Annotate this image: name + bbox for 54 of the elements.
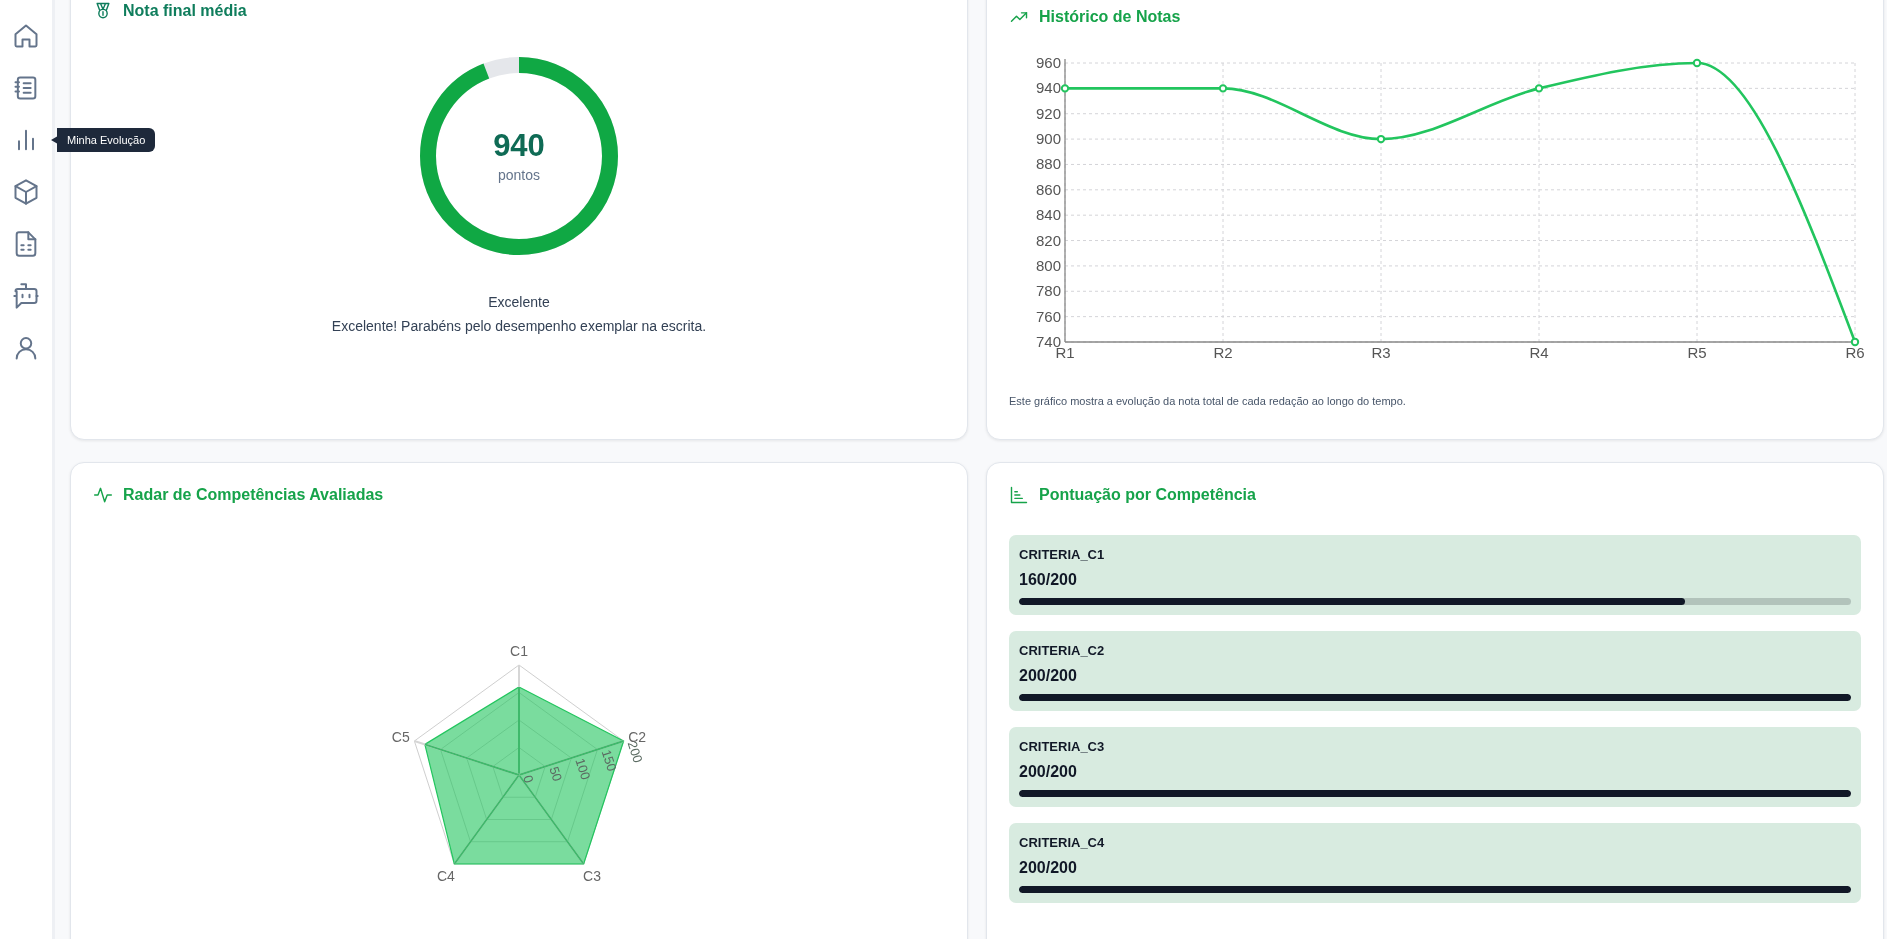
x-tick-label: R2 [1213,344,1233,361]
data-point [1218,84,1228,93]
card-title: Pontuação por Competência [1039,486,1256,504]
x-tick-label: R4 [1529,344,1549,361]
box-icon[interactable] [12,178,40,206]
rating-label: Excelente [488,294,550,310]
competency-name: CRITERIA_C4 [1019,835,1106,850]
y-tick-label: 780 [1035,282,1061,300]
score-unit: pontos [497,166,540,183]
card-title: Radar de Competências Avaliadas [123,486,384,504]
competency-score: 160/200 [1019,571,1078,589]
chart-caption: Este gráfico mostra a evolução da nota total de cada redação ao longo do tempo. [1009,395,1407,407]
axis-label: C4 [437,867,455,884]
x-tick-label: R6 [1845,344,1865,361]
data-point [1376,134,1386,144]
y-tick-label: 900 [1035,130,1061,148]
data-point [1534,84,1544,93]
y-tick-label: 880 [1035,155,1061,173]
pulse-icon [93,485,113,505]
tick-label: 100 [572,756,594,782]
competency-name: CRITERIA_C1 [1019,547,1106,562]
card-title: Histórico de Notas [1039,8,1181,26]
competency-name: CRITERIA_C2 [1019,643,1106,658]
competency-name: CRITERIA_C3 [1019,739,1106,754]
axis-label: C3 [583,867,601,884]
axis-label: C1 [510,642,528,659]
tooltip: Minha Evolução [51,128,156,152]
data-point [1060,84,1070,93]
y-tick-label: 840 [1035,206,1061,224]
x-tick-label: R3 [1371,344,1391,361]
tick-label: 150 [598,747,620,774]
data-point [1692,58,1702,68]
bar-chart-icon [1009,485,1029,505]
y-tick-label: 820 [1035,231,1061,249]
competency-score: 200/200 [1019,763,1078,781]
competency-score: 200/200 [1019,667,1078,685]
home-icon[interactable] [12,22,40,50]
rating-message: Excelente! Parabéns pelo desempenho exemplar na escrita. [331,318,707,334]
tick-label: 0 [520,773,537,785]
medal-icon [93,1,113,21]
axis-label: C5 [391,728,410,745]
score-value: 940 [493,129,545,161]
y-tick-label: 940 [1035,79,1061,97]
x-tick-label: R5 [1687,344,1707,361]
robot-icon[interactable] [12,282,40,310]
y-tick-label: 920 [1035,104,1061,122]
data-point [1850,337,1860,347]
y-tick-label: 760 [1035,307,1061,325]
card-title: Nota final média [123,2,247,20]
y-tick-label: 800 [1035,256,1061,274]
tick-label: 50 [546,764,566,784]
competency-score: 200/200 [1019,859,1078,877]
y-tick-label: 960 [1035,54,1061,71]
y-tick-label: 860 [1035,180,1061,198]
